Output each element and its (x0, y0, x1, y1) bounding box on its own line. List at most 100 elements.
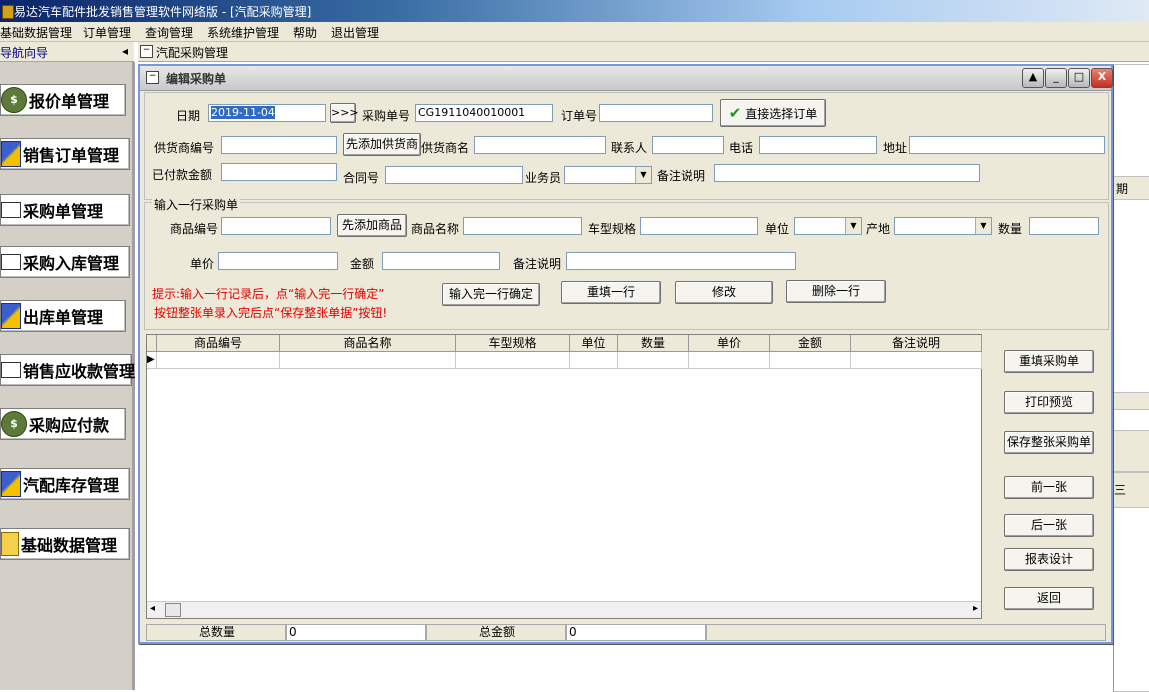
scroll-left-icon[interactable]: ◂ (150, 603, 155, 614)
nav-header-label: 导航向导 (0, 46, 49, 60)
nav-quote-button[interactable]: $ 报价单管理 (0, 84, 126, 116)
nav-item-label: 基础数据管理 (21, 536, 118, 555)
card-icon (1, 254, 21, 270)
grid-col-header[interactable]: 备注说明 (851, 335, 982, 352)
pen-icon (1, 303, 21, 329)
horizontal-scrollbar[interactable]: ◂ ▸ (147, 601, 981, 618)
contract-field[interactable] (385, 166, 523, 184)
grid-cell[interactable] (851, 352, 982, 369)
paid-amount-field[interactable] (221, 163, 337, 181)
maximize-button[interactable]: □ (1068, 68, 1090, 88)
minimize-button[interactable]: _ (1045, 68, 1067, 88)
menu-basic-data[interactable]: 基础数据管理 (0, 24, 72, 41)
menu-system[interactable]: 系统维护管理 (207, 24, 279, 41)
nav-basic-data-button[interactable]: 基础数据管理 (0, 528, 130, 560)
select-order-button[interactable]: ✔ 直接选择订单 (720, 99, 826, 127)
window-menu-icon[interactable]: − (146, 71, 159, 84)
background-form-panel (1113, 64, 1149, 692)
purchase-lines-grid[interactable]: 商品编号 商品名称 车型规格 单位 数量 单价 金额 备注说明 ▶ ◂ ▸ (146, 334, 982, 619)
menu-orders[interactable]: 订单管理 (83, 24, 131, 41)
nav-receivables-button[interactable]: 销售应收款管理 (0, 354, 135, 386)
nav-sales-order-button[interactable]: 销售订单管理 (0, 138, 130, 170)
chevron-down-icon: ▼ (975, 218, 991, 234)
qty-label: 数量 (998, 222, 1023, 236)
origin-select[interactable]: ▼ (894, 217, 992, 235)
app-icon (2, 5, 14, 19)
scroll-thumb[interactable] (165, 603, 181, 617)
nav-inventory-button[interactable]: 汽配库存管理 (0, 468, 130, 500)
supplier-name-field[interactable] (474, 136, 606, 154)
nav-purchase-order-button[interactable]: 采购单管理 (0, 194, 130, 226)
supplier-code-label: 供货商编号 (154, 141, 215, 155)
delete-row-button[interactable]: 删除一行 (786, 280, 886, 303)
grid-col-header[interactable]: 金额 (770, 335, 851, 352)
confirm-row-button[interactable]: 输入完一行确定 (442, 283, 540, 306)
rollup-button[interactable]: ▲ (1022, 68, 1044, 88)
order-no-field[interactable] (599, 104, 713, 122)
contact-field[interactable] (652, 136, 724, 154)
refill-row-button[interactable]: 重填一行 (561, 281, 661, 304)
grid-cell[interactable] (770, 352, 851, 369)
nav-outbound-button[interactable]: 出库单管理 (0, 300, 126, 332)
background-strip (1113, 430, 1149, 472)
scroll-right-icon[interactable]: ▸ (973, 603, 978, 614)
nav-payables-button[interactable]: $ 采购应付款 (0, 408, 126, 440)
menu-exit[interactable]: 退出管理 (331, 24, 379, 41)
qty-field[interactable] (1029, 217, 1099, 235)
grid-cell[interactable] (157, 352, 280, 369)
po-no-field[interactable]: CG1911040010001 (415, 104, 553, 122)
grid-col-header[interactable]: 单位 (570, 335, 618, 352)
item-name-field[interactable] (463, 217, 582, 235)
background-strip: 三 (1113, 472, 1149, 508)
supplier-code-field[interactable] (221, 136, 337, 154)
grid-cell[interactable] (456, 352, 570, 369)
next-button[interactable]: 后一张 (1004, 514, 1094, 537)
date-field[interactable]: 2019-11-04 (208, 104, 326, 122)
nav-item-label: 出库单管理 (23, 308, 104, 327)
grid-col-header[interactable]: 数量 (618, 335, 689, 352)
item-code-field[interactable] (221, 217, 331, 235)
item-name-label: 商品名称 (411, 222, 460, 236)
minimize-icon[interactable]: − (140, 45, 153, 58)
nav-item-label: 采购单管理 (23, 202, 104, 221)
amount-field[interactable] (382, 252, 500, 270)
grid-col-header[interactable]: 商品编号 (157, 335, 280, 352)
menu-help[interactable]: 帮助 (293, 24, 317, 41)
modify-button[interactable]: 修改 (675, 281, 773, 304)
salesman-label: 业务员 (525, 171, 562, 185)
refill-po-button[interactable]: 重填采购单 (1004, 350, 1094, 373)
model-field[interactable] (640, 217, 758, 235)
grid-cell[interactable] (618, 352, 689, 369)
close-button[interactable]: X (1091, 68, 1113, 88)
salesman-select[interactable]: ▼ (564, 166, 652, 184)
save-po-button[interactable]: 保存整张采购单 (1004, 431, 1094, 454)
address-field[interactable] (909, 136, 1105, 154)
price-field[interactable] (218, 252, 338, 270)
contract-label: 合同号 (343, 171, 380, 185)
total-qty-label: 总数量 (146, 624, 286, 641)
add-supplier-button[interactable]: 先添加供货商 (343, 133, 421, 156)
grid-cell[interactable] (689, 352, 770, 369)
nav-purchase-inbound-button[interactable]: 采购入库管理 (0, 246, 130, 278)
date-picker-button[interactable]: >>> (330, 103, 359, 123)
remark-field[interactable] (714, 164, 980, 182)
unit-select[interactable]: ▼ (794, 217, 862, 235)
collapse-icon[interactable]: ◂ (122, 44, 128, 58)
grid-col-header[interactable]: 商品名称 (280, 335, 456, 352)
grid-col-header[interactable]: 车型规格 (456, 335, 570, 352)
paid-amount-label: 已付款金额 (152, 168, 213, 182)
add-item-button[interactable]: 先添加商品 (337, 214, 407, 237)
line-remark-field[interactable] (566, 252, 796, 270)
hint-line-1: 提示:输入一行记录后，点“输入完一行确定” (152, 287, 385, 301)
back-button[interactable]: 返回 (1004, 587, 1094, 610)
previous-button[interactable]: 前一张 (1004, 476, 1094, 499)
grid-cell[interactable] (570, 352, 618, 369)
phone-field[interactable] (759, 136, 877, 154)
grid-col-header[interactable]: 单价 (689, 335, 770, 352)
report-design-button[interactable]: 报表设计 (1004, 548, 1094, 571)
origin-label: 产地 (866, 222, 891, 236)
address-label: 地址 (883, 141, 908, 155)
grid-cell[interactable] (280, 352, 456, 369)
menu-query[interactable]: 查询管理 (145, 24, 193, 41)
print-preview-button[interactable]: 打印预览 (1004, 391, 1094, 414)
